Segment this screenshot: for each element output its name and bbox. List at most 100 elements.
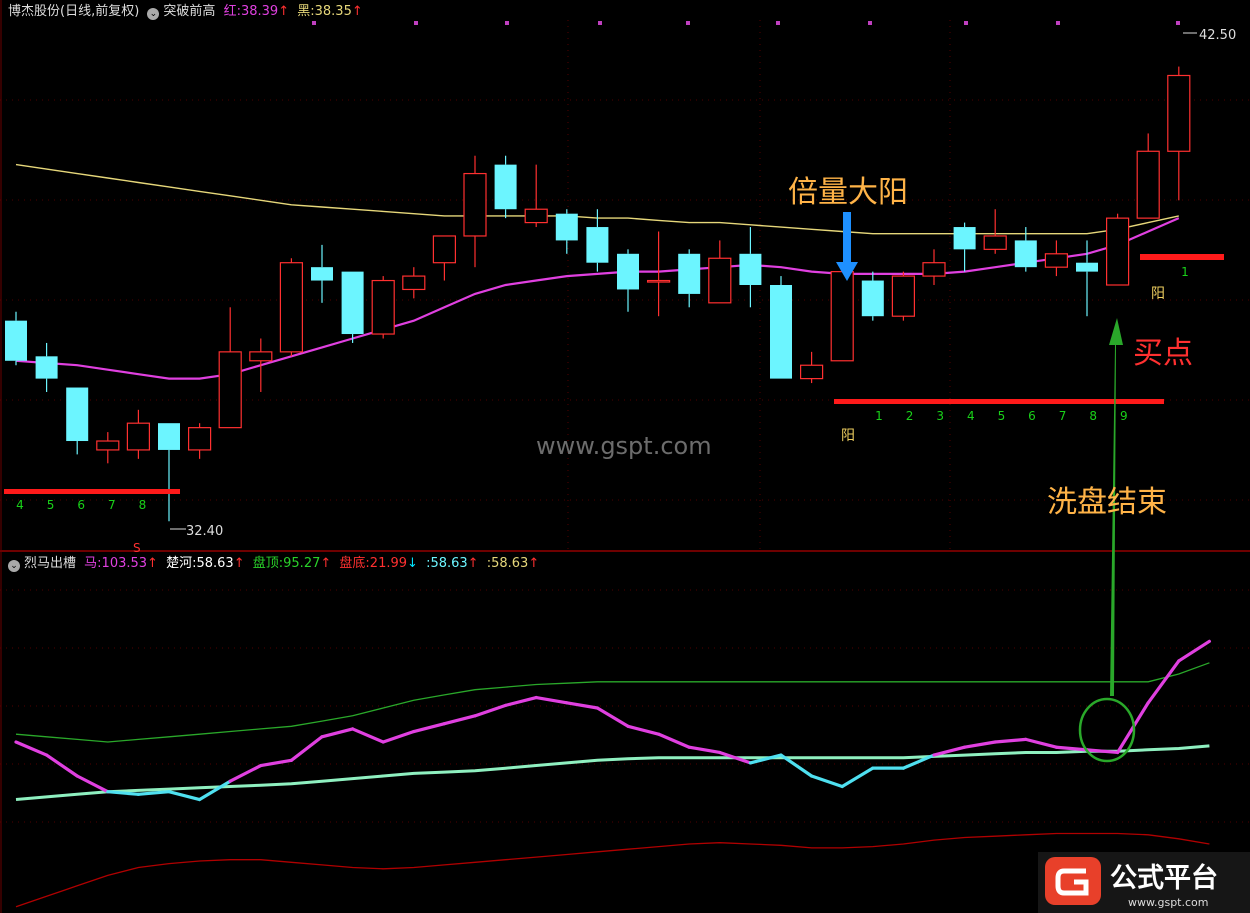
horse-line-segment (442, 714, 477, 726)
candle (678, 249, 701, 308)
candle (770, 276, 792, 379)
indicator-toggle-icon[interactable]: ⌄ (147, 8, 160, 20)
candle-body (432, 235, 456, 264)
horse-line-segment (1054, 745, 1089, 752)
candle (96, 432, 120, 464)
candle (739, 227, 762, 308)
marker-dot (414, 21, 418, 25)
candle (371, 276, 395, 339)
v6-up-arrow-icon: ↑ (528, 556, 540, 571)
count-label: 4 (16, 498, 24, 512)
red-bar-left (4, 489, 180, 494)
candle (646, 231, 671, 317)
candle-body (1105, 217, 1130, 286)
candle (830, 262, 854, 362)
stock-title: 博杰股份(日线,前复权) (8, 4, 140, 19)
logo-title: 公式平台 (1110, 862, 1218, 894)
horse-line-segment (289, 735, 324, 762)
sub-indicator-name[interactable]: 烈马出槽 (24, 556, 76, 571)
blue-arrow-icon (836, 212, 858, 281)
candle (555, 209, 578, 254)
indicator-name[interactable]: 突破前高 (163, 4, 215, 19)
candle (126, 409, 151, 459)
candle-body (708, 257, 732, 304)
red-bar-right (1140, 254, 1224, 260)
marker-dot (1056, 21, 1060, 25)
chuhe-label: 楚河: (166, 556, 197, 571)
count-label: 1 (1181, 265, 1189, 279)
horse-line-segment (136, 790, 171, 796)
marker-dot (598, 21, 602, 25)
candle (1105, 213, 1130, 286)
horse-line-segment (14, 740, 49, 757)
candle-body (646, 279, 671, 283)
candle (402, 267, 426, 299)
horse-line-segment (962, 740, 997, 749)
s-mark: S (133, 541, 141, 555)
stock-chart: 倍量大阳 买点 洗盘结束 www.gspt.com 42.50 32.40 阳 … (0, 0, 1250, 913)
horse-line-segment (381, 729, 416, 744)
horse-line-segment (320, 727, 355, 739)
buy-point-label: 买点 (1133, 336, 1193, 371)
candle-body (5, 320, 27, 361)
count-right: 1 (1181, 265, 1189, 279)
ma-up-arrow-icon: ↑ (147, 556, 158, 571)
candle (1136, 133, 1160, 219)
candle (861, 271, 884, 321)
horse-line-segment (259, 758, 293, 768)
candle-body (983, 235, 1007, 250)
candle-body (341, 271, 364, 335)
candle-body (770, 285, 792, 379)
candle-body (218, 351, 242, 429)
marker-dot (1176, 21, 1180, 25)
chuhe-up-arrow-icon: ↑ (233, 556, 245, 571)
horse-line-segment (1177, 639, 1212, 663)
marker-dot (964, 21, 968, 25)
horse-line-segment (75, 774, 110, 794)
candle-body (739, 253, 762, 285)
count-label: 9 (1120, 409, 1128, 423)
candle-body (1167, 74, 1191, 152)
candle (494, 155, 517, 219)
indicator-lines (14, 639, 1212, 908)
marker-dot (505, 21, 509, 25)
candle-body (371, 279, 395, 335)
candle-body (524, 208, 548, 224)
candle-body (586, 227, 609, 263)
candle-body (249, 351, 273, 362)
count-label: 1 (875, 409, 883, 423)
candle-body (1136, 150, 1160, 219)
candle (524, 164, 548, 228)
candle-body (830, 271, 854, 362)
horse-line-segment (167, 790, 202, 802)
chuhe-line (15, 744, 1210, 801)
candle-body (617, 253, 639, 290)
red-value: 38.39 (240, 4, 279, 19)
count-label: 7 (108, 498, 116, 512)
bottom-down-arrow-icon: ↓ (407, 556, 418, 571)
candle-body (1044, 253, 1069, 268)
yang-label-mid: 阳 (841, 428, 855, 444)
candle (311, 244, 333, 303)
marker-dot (686, 21, 690, 25)
candle-body (66, 387, 89, 442)
candle-body (158, 423, 180, 450)
horse-line-segment (840, 766, 875, 789)
candle-body (799, 364, 824, 380)
high-price-label: 42.50 (1199, 28, 1236, 43)
count-mid: 1 2 3 4 5 6 7 8 9 (875, 409, 1127, 423)
horse-line-segment (565, 701, 600, 710)
count-label: 6 (1028, 409, 1036, 423)
ma-label: 马: (84, 556, 102, 571)
count-label: 5 (47, 498, 55, 512)
candle (158, 423, 180, 522)
chuhe-value: 58.63 (196, 556, 234, 571)
candle-body (463, 172, 487, 237)
volume-yang-label: 倍量大阳 (788, 175, 908, 210)
bottom-line (15, 832, 1210, 908)
candle-body (188, 427, 212, 451)
sub-indicator-toggle-icon[interactable]: ⌄ (8, 560, 20, 572)
candle (35, 342, 58, 392)
wash-end-label: 洗盘结束 (1047, 485, 1167, 520)
candle-body (861, 280, 884, 317)
